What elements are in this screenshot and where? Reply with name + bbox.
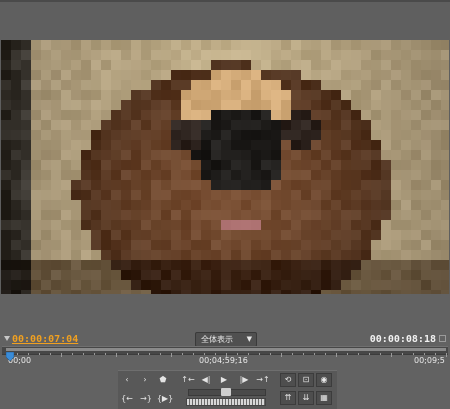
extract-icon[interactable]: ⇊ xyxy=(298,391,314,405)
export-frame-icon[interactable]: ▦ xyxy=(316,391,332,405)
header-divider xyxy=(0,0,450,2)
goto-previous-edit-icon[interactable]: ↑← xyxy=(180,374,196,386)
ruler-end-label: 00;09;5 xyxy=(414,356,445,365)
step-forward-icon[interactable]: › xyxy=(138,374,152,386)
goto-next-edit-icon[interactable]: →↑ xyxy=(255,374,271,386)
set-marker-icon[interactable]: ⬟ xyxy=(156,374,170,386)
duration-display: 00:00:08:18 xyxy=(369,334,436,345)
ruler-mid-label: 00;04;59;16 xyxy=(199,356,248,365)
shuttle-slider[interactable] xyxy=(188,388,266,396)
pixelated-video-frame xyxy=(1,40,449,294)
lift-icon[interactable]: ⇈ xyxy=(280,391,296,405)
video-preview xyxy=(1,40,449,294)
goto-out-icon[interactable]: →} xyxy=(138,393,154,405)
loop-icon[interactable]: ⟲ xyxy=(280,373,296,387)
goto-in-icon[interactable]: {← xyxy=(118,393,136,405)
current-time-display[interactable]: 00:00:07:04 xyxy=(12,334,78,345)
view-mode-dropdown[interactable]: 全体表示 ▼ xyxy=(195,332,257,347)
output-icon[interactable]: ◉ xyxy=(316,373,332,387)
ruler-labels: 00;00 00;04;59;16 00;09;5 xyxy=(0,356,450,366)
panel-menu-icon[interactable] xyxy=(439,335,446,342)
current-time-marker-icon xyxy=(4,336,10,341)
jog-disk[interactable] xyxy=(186,398,266,406)
play-in-to-out-icon[interactable]: {▶} xyxy=(155,393,175,405)
frame-forward-icon[interactable]: |▶ xyxy=(236,374,252,386)
shuttle-knob[interactable] xyxy=(221,388,231,396)
play-icon[interactable]: ▶ xyxy=(217,374,231,386)
work-area-bar[interactable] xyxy=(6,348,446,351)
chevron-down-icon: ▼ xyxy=(246,335,252,343)
panel-header xyxy=(0,0,450,40)
frame-back-icon[interactable]: ◀| xyxy=(198,374,214,386)
step-back-icon[interactable]: ‹ xyxy=(120,374,134,386)
safe-margins-icon[interactable]: ⊡ xyxy=(298,373,314,387)
view-mode-label: 全体表示 xyxy=(201,335,233,344)
playhead-icon[interactable] xyxy=(6,352,14,364)
